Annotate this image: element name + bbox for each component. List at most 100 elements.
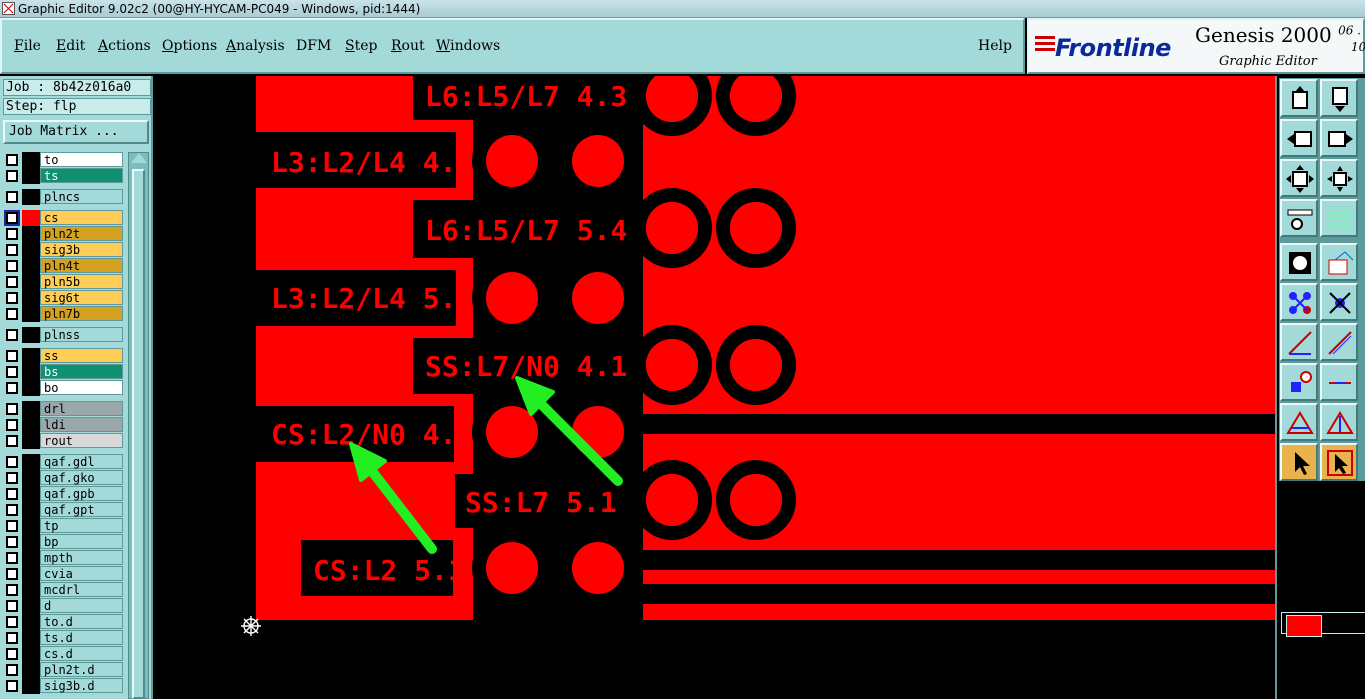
layer-color-swatch[interactable] [22, 550, 40, 566]
layer-name[interactable]: ldi [40, 417, 123, 432]
move-up-tool[interactable] [1280, 79, 1318, 117]
layer-checkbox[interactable] [6, 520, 18, 532]
layer-checkbox[interactable] [6, 584, 18, 596]
layer-checkbox[interactable] [6, 191, 18, 203]
layer-checkbox[interactable] [6, 292, 18, 304]
layer-row[interactable]: qaf.gpb [3, 486, 125, 502]
layer-name[interactable]: tp [40, 518, 123, 533]
cross-tool[interactable] [1320, 283, 1358, 321]
layer-row[interactable]: sig6t [3, 290, 125, 306]
layer-checkbox[interactable] [6, 664, 18, 676]
layer-name[interactable]: d [40, 598, 123, 613]
layer-checkbox[interactable] [6, 366, 18, 378]
layer-checkbox[interactable] [4, 210, 20, 226]
layer-color-swatch[interactable] [22, 417, 40, 433]
triangle-red-tool[interactable] [1280, 403, 1318, 441]
layer-row[interactable]: pln5b [3, 274, 125, 290]
layer-checkbox[interactable] [6, 154, 18, 166]
menu-windows[interactable]: Windows [436, 38, 500, 54]
layer-color-swatch[interactable] [22, 210, 40, 226]
layer-checkbox[interactable] [6, 536, 18, 548]
layer-color-swatch[interactable] [22, 274, 40, 290]
zoom-tool[interactable] [1320, 159, 1358, 197]
layer-row[interactable]: cs [3, 210, 125, 226]
layer-color-swatch[interactable] [22, 454, 40, 470]
layer-row[interactable]: bs [3, 364, 125, 380]
layer-name[interactable]: ts.d [40, 630, 123, 645]
layer-row[interactable]: ldi [3, 417, 125, 433]
layer-color-swatch[interactable] [22, 433, 40, 449]
layer-row[interactable]: mcdrl [3, 582, 125, 598]
layer-color-swatch[interactable] [22, 566, 40, 582]
layer-color-swatch[interactable] [22, 502, 40, 518]
layer-name[interactable]: mpth [40, 550, 123, 565]
layer-name[interactable]: ss [40, 348, 123, 363]
layer-name[interactable]: cs [40, 210, 123, 225]
layer-color-swatch[interactable] [22, 598, 40, 614]
layer-name[interactable]: drl [40, 401, 123, 416]
snap-tool[interactable] [1320, 243, 1358, 281]
layer-color-swatch[interactable] [22, 348, 40, 364]
layer-name[interactable]: cvia [40, 566, 123, 581]
layer-name[interactable]: qaf.gko [40, 470, 123, 485]
layer-row[interactable]: bp [3, 534, 125, 550]
move-right-tool[interactable] [1320, 119, 1358, 157]
scroll-up-icon[interactable] [131, 153, 147, 163]
menu-edit[interactable]: Edit [56, 38, 85, 54]
overview-viewport[interactable] [1286, 615, 1322, 637]
layer-row[interactable]: drl [3, 401, 125, 417]
layer-row[interactable]: qaf.gko [3, 470, 125, 486]
layer-row[interactable]: d [3, 598, 125, 614]
select-feature-tool[interactable] [1280, 243, 1318, 281]
layer-checkbox[interactable] [6, 382, 18, 394]
layer-row[interactable]: ts [3, 168, 125, 184]
layer-row[interactable]: pln4t [3, 258, 125, 274]
layer-name[interactable]: cs.d [40, 646, 123, 661]
layer-color-swatch[interactable] [22, 678, 40, 694]
layer-name[interactable]: bs [40, 364, 123, 379]
layer-checkbox[interactable] [6, 403, 18, 415]
overview-map[interactable] [1281, 612, 1365, 637]
layer-checkbox[interactable] [6, 276, 18, 288]
app-icon[interactable] [2, 2, 15, 15]
layer-row[interactable]: to [3, 152, 125, 168]
layer-row[interactable]: to.d [3, 614, 125, 630]
layer-name[interactable]: sig6t [40, 290, 123, 305]
layer-color-swatch[interactable] [22, 401, 40, 417]
layer-name[interactable]: plnss [40, 327, 123, 342]
job-matrix-button[interactable]: Job Matrix ... [3, 120, 149, 144]
layer-color-swatch[interactable] [22, 242, 40, 258]
measure-tool[interactable] [1280, 199, 1318, 237]
layer-name[interactable]: to [40, 152, 123, 167]
layer-name[interactable]: bo [40, 380, 123, 395]
layer-checkbox[interactable] [6, 308, 18, 320]
layer-checkbox[interactable] [6, 228, 18, 240]
move-left-tool[interactable] [1280, 119, 1318, 157]
layer-name[interactable]: bp [40, 534, 123, 549]
layer-color-swatch[interactable] [22, 226, 40, 242]
layer-name[interactable]: qaf.gdl [40, 454, 123, 469]
layer-name[interactable]: plncs [40, 189, 123, 204]
layer-checkbox[interactable] [6, 244, 18, 256]
layer-checkbox[interactable] [6, 568, 18, 580]
layer-color-swatch[interactable] [22, 152, 40, 168]
layer-color-swatch[interactable] [22, 327, 40, 343]
net-tool[interactable] [1280, 283, 1318, 321]
layer-checkbox[interactable] [6, 329, 18, 341]
layer-color-swatch[interactable] [22, 189, 40, 205]
layer-name[interactable]: pln7b [40, 306, 123, 321]
line-red-tool[interactable] [1280, 323, 1318, 361]
layer-name[interactable]: ts [40, 168, 123, 183]
menu-step[interactable]: Step [345, 38, 377, 54]
pad-tool[interactable] [1280, 363, 1318, 401]
layer-name[interactable]: mcdrl [40, 582, 123, 597]
layer-color-swatch[interactable] [22, 470, 40, 486]
layer-scrollbar[interactable] [128, 152, 149, 699]
line-blue-tool[interactable] [1320, 323, 1358, 361]
layer-color-swatch[interactable] [22, 364, 40, 380]
layer-checkbox[interactable] [6, 260, 18, 272]
layer-color-swatch[interactable] [22, 290, 40, 306]
move-down-tool[interactable] [1320, 79, 1358, 117]
layer-checkbox[interactable] [6, 170, 18, 182]
layer-name[interactable]: qaf.gpt [40, 502, 123, 517]
